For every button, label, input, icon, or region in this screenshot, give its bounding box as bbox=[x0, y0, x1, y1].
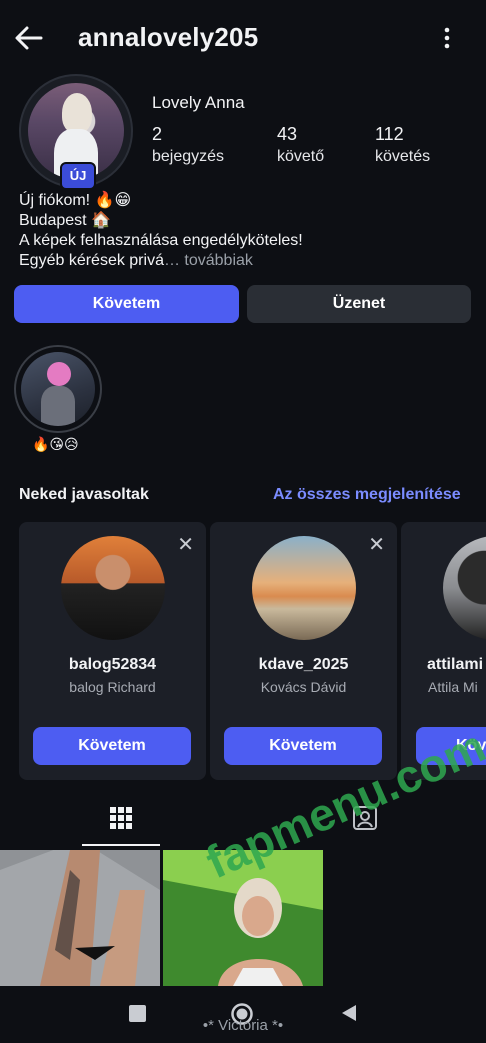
highlight-label: 🔥😘😥 bbox=[32, 436, 79, 452]
suggestions-title: Neked javasoltak bbox=[19, 486, 149, 503]
suggestion-avatar[interactable] bbox=[252, 536, 356, 640]
see-all-link[interactable]: Az összes megjelenítése bbox=[273, 486, 461, 504]
suggestion-fullname: Kovács Dávid bbox=[260, 679, 347, 695]
bio-line-2: Budapest 🏠 bbox=[19, 212, 111, 229]
posts-label[interactable]: bejegyzés bbox=[152, 148, 224, 166]
back-arrow-icon[interactable] bbox=[14, 24, 44, 52]
bio-line-4: Egyéb kérések privá… továbbiak bbox=[19, 251, 253, 271]
post-thumbnail[interactable] bbox=[0, 850, 160, 986]
followers-label[interactable]: követő bbox=[277, 148, 324, 166]
dismiss-icon[interactable]: ✕ bbox=[368, 532, 385, 557]
posts-count[interactable]: 2 bbox=[152, 124, 162, 145]
dismiss-icon[interactable]: ✕ bbox=[177, 532, 194, 557]
active-tab-indicator bbox=[82, 844, 160, 846]
bio-line-1: Új fiókom! 🔥😁 bbox=[19, 192, 132, 209]
bio-more-link[interactable]: … továbbiak bbox=[164, 252, 253, 269]
suggestion-username[interactable]: balog52834 bbox=[19, 656, 206, 674]
message-button[interactable]: Üzenet bbox=[247, 285, 471, 323]
bio-line-3: A képek felhasználása engedélyköteles! bbox=[19, 232, 303, 249]
profile-username: annalovely205 bbox=[78, 22, 259, 52]
suggestion-follow-button[interactable]: Követem bbox=[33, 727, 191, 765]
highlight-cover[interactable] bbox=[21, 352, 95, 426]
nav-overlay-label: •* Victoria *• bbox=[202, 1017, 284, 1034]
suggestion-fullname: balog Richard bbox=[69, 679, 156, 695]
suggestion-avatar[interactable] bbox=[61, 536, 165, 640]
suggestion-follow-button[interactable]: Követem bbox=[224, 727, 382, 765]
suggestion-card[interactable]: ✕ balog52834 balog Richard Követem bbox=[19, 522, 206, 780]
followers-count[interactable]: 43 bbox=[277, 124, 297, 145]
more-options-icon[interactable] bbox=[436, 26, 458, 50]
new-account-badge: ÚJ bbox=[60, 162, 96, 190]
post-image bbox=[0, 850, 160, 986]
following-count[interactable]: 112 bbox=[375, 124, 404, 145]
following-label[interactable]: követés bbox=[375, 148, 430, 166]
suggestion-username[interactable]: attilami bbox=[401, 656, 486, 674]
grid-icon[interactable] bbox=[109, 806, 133, 830]
suggestion-fullname: Attila Mi bbox=[428, 679, 478, 695]
follow-button[interactable]: Követem bbox=[14, 285, 239, 323]
suggestion-username[interactable]: kdave_2025 bbox=[210, 656, 397, 674]
bio-line-4-text: Egyéb kérések privá bbox=[19, 252, 164, 269]
suggestion-card[interactable]: ✕ kdave_2025 Kovács Dávid Követem bbox=[210, 522, 397, 780]
display-name: Lovely Anna bbox=[152, 93, 245, 112]
suggestion-avatar[interactable] bbox=[443, 536, 486, 640]
